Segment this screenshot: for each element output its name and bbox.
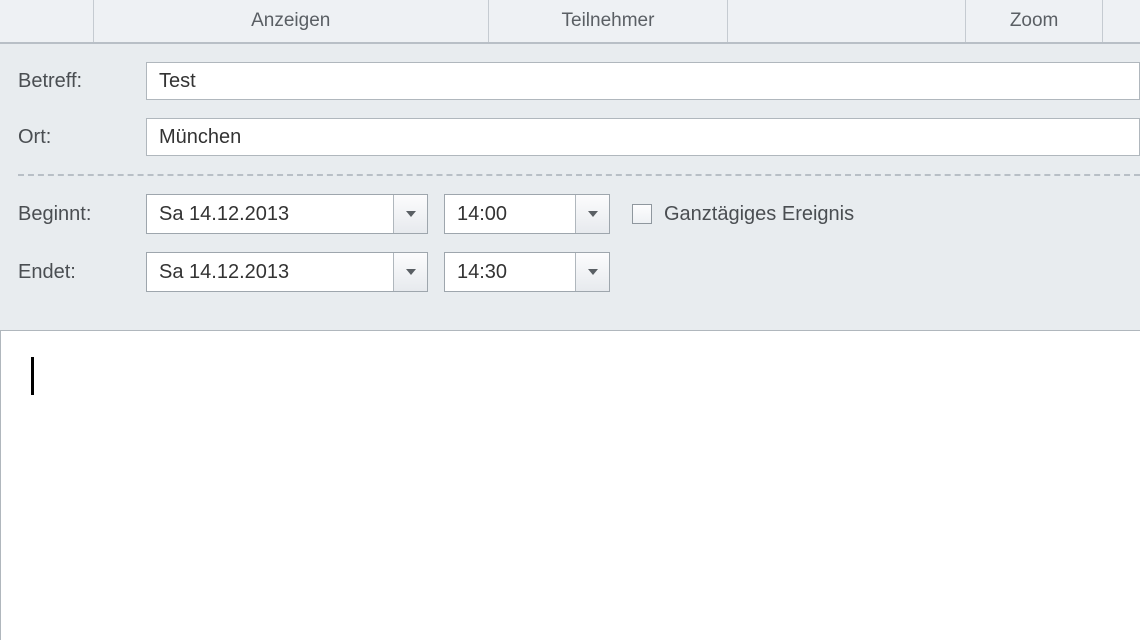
allday-checkbox-wrap[interactable]: Ganztägiges Ereignis [632,203,854,226]
row-start: Beginnt: Sa 14.12.2013 14:00 Ganztägiges… [18,194,1140,234]
start-time-dropdown-button[interactable] [575,195,609,233]
ribbon-tabs: Anzeigen Teilnehmer Zoom [0,0,1140,44]
end-date-dropdown-button[interactable] [393,253,427,291]
start-time-combo[interactable]: 14:00 [444,194,610,234]
end-date-value: Sa 14.12.2013 [147,253,393,291]
subject-input[interactable] [146,62,1140,100]
chevron-down-icon [588,269,598,275]
start-date-combo[interactable]: Sa 14.12.2013 [146,194,428,234]
chevron-down-icon [406,211,416,217]
ribbon-group-zoom[interactable]: Zoom [965,0,1102,42]
label-start: Beginnt: [18,203,146,226]
location-input[interactable] [146,118,1140,156]
body-textarea[interactable] [0,330,1140,640]
chevron-down-icon [406,269,416,275]
end-time-combo[interactable]: 14:30 [444,252,610,292]
start-date-dropdown-button[interactable] [393,195,427,233]
row-end: Endet: Sa 14.12.2013 14:30 [18,252,1140,292]
chevron-down-icon [588,211,598,217]
label-end: Endet: [18,261,146,284]
allday-label: Ganztägiges Ereignis [664,203,854,226]
row-subject: Betreff: [18,62,1140,100]
end-time-dropdown-button[interactable] [575,253,609,291]
ribbon-section-empty1 [0,0,93,42]
allday-checkbox[interactable] [632,204,652,224]
ribbon-group-teilnehmer[interactable]: Teilnehmer [488,0,728,42]
ribbon-group-anzeigen[interactable]: Anzeigen [93,0,488,42]
appointment-form: Betreff: Ort: Beginnt: Sa 14.12.2013 14:… [0,44,1140,330]
end-date-combo[interactable]: Sa 14.12.2013 [146,252,428,292]
label-location: Ort: [18,126,146,149]
start-date-value: Sa 14.12.2013 [147,195,393,233]
end-time-value: 14:30 [445,253,575,291]
text-cursor-icon [31,357,34,395]
ribbon-section-last [1102,0,1140,42]
label-subject: Betreff: [18,70,146,93]
divider [18,174,1140,176]
ribbon-section-empty2 [727,0,965,42]
start-time-value: 14:00 [445,195,575,233]
row-location: Ort: [18,118,1140,156]
